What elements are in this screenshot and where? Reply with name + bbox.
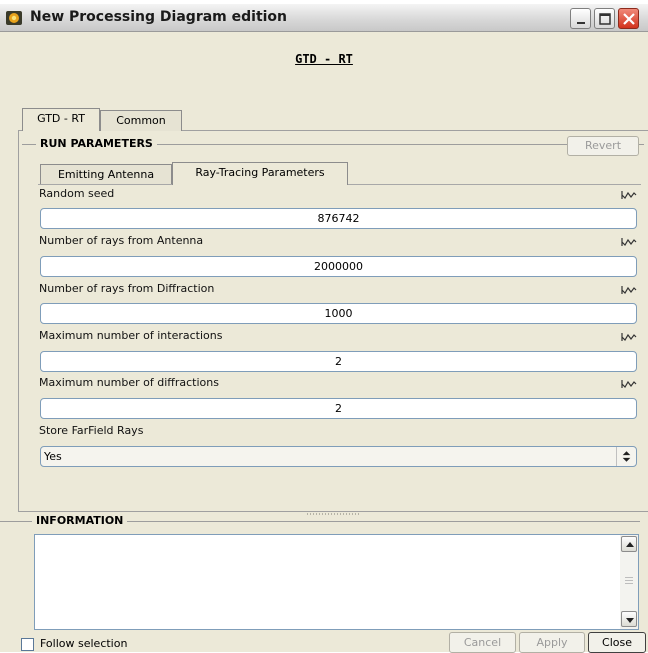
field-label-random-seed: Random seed (39, 187, 115, 200)
scroll-grip (625, 577, 633, 578)
revert-button[interactable]: Revert (567, 136, 639, 156)
run-parameters-title: RUN PARAMETERS (36, 137, 157, 150)
field-label-max-diffractions: Maximum number of diffractions (39, 376, 219, 389)
rays-from-antenna-input[interactable]: 2000000 (40, 256, 637, 277)
field-label-store-farfield: Store FarField Rays (39, 424, 144, 437)
max-diffractions-input[interactable]: 2 (40, 398, 637, 419)
close-window-button[interactable] (618, 8, 639, 29)
window-title: New Processing Diagram edition (30, 9, 288, 25)
field-label-rays-antenna: Number of rays from Antenna (39, 234, 204, 247)
information-scrollbar[interactable] (620, 535, 638, 629)
title-bar[interactable]: New Processing Diagram edition (0, 4, 648, 32)
tab-emitting-antenna[interactable]: Emitting Antenna (40, 164, 172, 185)
tab-common[interactable]: Common (100, 110, 182, 131)
field-label-rays-diffraction: Number of rays from Diffraction (39, 282, 215, 295)
dialog-window: New Processing Diagram edition GTD - RT … (0, 4, 648, 653)
arrow-down-icon (626, 618, 634, 623)
tab-ray-tracing-parameters[interactable]: Ray-Tracing Parameters (172, 162, 348, 185)
waveform-icon[interactable] (621, 237, 637, 247)
updown-arrows-icon (616, 447, 631, 466)
waveform-icon[interactable] (621, 285, 637, 295)
scroll-grip (625, 580, 633, 581)
follow-selection-label: Follow selection (40, 637, 128, 650)
close-button[interactable]: Close (588, 632, 646, 653)
waveform-icon[interactable] (621, 332, 637, 342)
minimize-icon (577, 22, 585, 24)
tab-gtd-rt[interactable]: GTD - RT (22, 108, 100, 131)
processing-app-icon (6, 11, 22, 25)
page-title: GTD - RT (295, 52, 353, 66)
random-seed-input[interactable]: 876742 (40, 208, 637, 229)
field-label-max-interactions: Maximum number of interactions (39, 329, 223, 342)
information-title: INFORMATION (32, 514, 128, 527)
waveform-icon[interactable] (621, 379, 637, 389)
max-interactions-input[interactable]: 2 (40, 351, 637, 372)
minimize-button[interactable] (570, 8, 591, 29)
store-farfield-value: Yes (44, 450, 62, 463)
rays-from-diffraction-input[interactable]: 1000 (40, 303, 637, 324)
waveform-icon[interactable] (621, 190, 637, 200)
splitter-handle[interactable] (307, 513, 359, 515)
cancel-button[interactable]: Cancel (449, 632, 516, 653)
close-icon (623, 13, 635, 25)
arrow-up-icon (626, 542, 634, 547)
scroll-up-button[interactable] (621, 536, 637, 552)
follow-selection-checkbox[interactable] (21, 638, 34, 651)
apply-button[interactable]: Apply (519, 632, 585, 653)
scroll-grip (625, 583, 633, 584)
store-farfield-select[interactable]: Yes (40, 446, 637, 467)
information-textarea[interactable] (34, 534, 639, 630)
maximize-icon (599, 13, 611, 25)
scroll-down-button[interactable] (621, 611, 637, 627)
maximize-button[interactable] (594, 8, 615, 29)
